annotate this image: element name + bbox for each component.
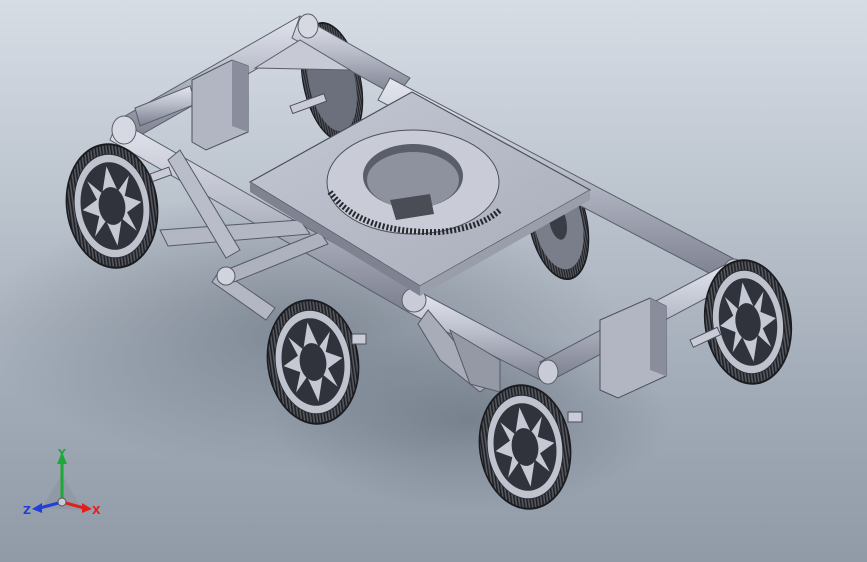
x-axis-label: X bbox=[92, 504, 101, 517]
z-axis-label: Z bbox=[23, 504, 31, 517]
triad-origin bbox=[57, 497, 67, 507]
graphics-viewport[interactable]: Y X Z bbox=[0, 0, 867, 562]
x-axis-arrowhead bbox=[82, 503, 92, 513]
y-axis-label: Y bbox=[57, 448, 67, 460]
z-axis-arrowhead bbox=[32, 503, 42, 513]
turntable-ring[interactable] bbox=[326, 129, 503, 236]
axis-triad: Y X Z bbox=[23, 448, 101, 517]
